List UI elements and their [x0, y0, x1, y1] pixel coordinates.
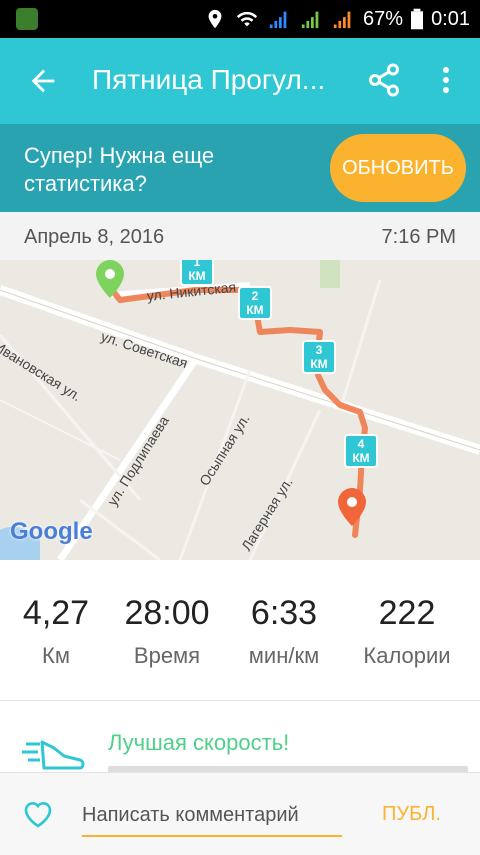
km-unit: КМ [310, 357, 328, 371]
signal-icon [333, 11, 351, 29]
km-marker[interactable]: 2 КМ [238, 286, 274, 326]
signal-icon [301, 11, 319, 29]
date-bar: Апрель 8, 2016 7:16 PM [0, 212, 480, 260]
status-bar: 67% 0:01 [0, 0, 480, 38]
status-time: 0:01 [431, 7, 470, 30]
app-bar: Пятница Прогул... [0, 38, 480, 124]
battery-percent: 67% [363, 7, 404, 30]
stat-duration: 28:00 Время [112, 594, 222, 669]
achievement-card[interactable]: Лучшая скорость! [0, 702, 480, 774]
km-unit: КМ [246, 303, 264, 317]
stat-value: 6:33 [250, 594, 318, 632]
km-unit: КМ [188, 269, 206, 283]
stat-value: 4,27 [22, 594, 90, 632]
workout-date: Апрель 8, 2016 [24, 226, 165, 248]
km-number: 3 [315, 343, 323, 357]
heart-icon[interactable] [22, 799, 54, 829]
stat-label: Время [133, 643, 201, 668]
battery-icon [411, 8, 424, 30]
stat-value: 28:00 [124, 594, 210, 632]
google-logo: Google [10, 518, 93, 545]
stat-label: мин/км [248, 643, 320, 668]
wifi-icon [236, 11, 258, 27]
stat-label: Калории [363, 643, 451, 668]
share-icon[interactable] [366, 62, 402, 98]
stat-value: 222 [378, 594, 436, 632]
km-number: 4 [357, 437, 365, 451]
back-arrow-icon[interactable] [26, 64, 60, 98]
comment-input[interactable] [82, 795, 342, 837]
stat-pace: 6:33 мин/км [234, 594, 334, 669]
banner-message: Супер! Нужна еще статистика? [24, 143, 215, 196]
upgrade-banner: Супер! Нужна еще статистика? ОБНОВИТЬ [0, 124, 480, 212]
start-pin-icon [96, 260, 124, 298]
update-button[interactable]: ОБНОВИТЬ [330, 134, 466, 202]
comment-bar: ПУБЛ. [0, 772, 480, 855]
km-number: 2 [251, 289, 259, 303]
km-number: 1 [193, 260, 201, 269]
workout-time: 7:16 PM [381, 226, 456, 248]
km-marker[interactable]: 4 КМ [344, 434, 380, 474]
km-marker[interactable]: 1 КМ [180, 260, 216, 292]
more-options-icon[interactable] [434, 62, 458, 98]
app-notification-icon [16, 8, 38, 30]
finish-pin-icon [338, 488, 366, 526]
signal-icon [269, 11, 287, 29]
route-map[interactable]: ул. Никитская ул. Советская Ивановская у… [0, 260, 480, 560]
km-unit: КМ [352, 451, 370, 465]
stat-distance: 4,27 Км [6, 594, 106, 669]
km-marker[interactable]: 3 КМ [302, 340, 338, 380]
stat-label: Км [42, 643, 70, 668]
post-comment-button[interactable]: ПУБЛ. [382, 803, 441, 826]
running-shoe-icon [22, 740, 85, 770]
page-title: Пятница Прогул... [92, 64, 326, 95]
workout-stats: 4,27 Км 28:00 Время 6:33 мин/км 222 Кало… [0, 560, 480, 701]
location-icon [208, 9, 222, 29]
achievement-title: Лучшая скорость! [108, 730, 290, 755]
stat-calories: 222 Калории [350, 594, 464, 669]
